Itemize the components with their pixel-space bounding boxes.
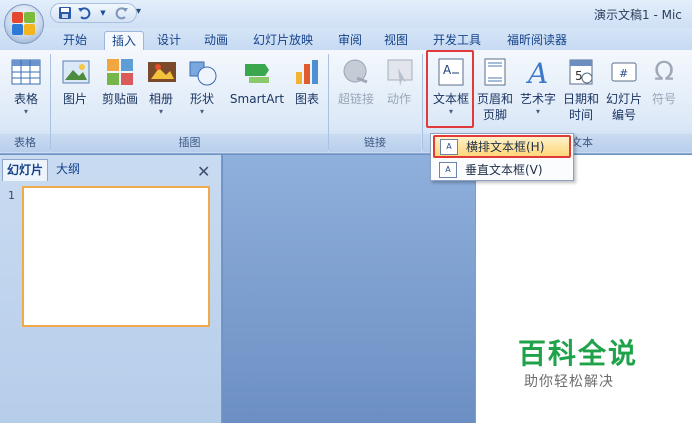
chart-button[interactable]: 图表 xyxy=(292,54,322,132)
chevron-down-icon: ▾ xyxy=(23,107,28,116)
clipart-icon xyxy=(104,56,136,88)
tab-outline[interactable]: 大纲 xyxy=(52,159,84,181)
wordart-icon: A xyxy=(522,56,554,90)
editing-area xyxy=(223,155,692,423)
smartart-button[interactable]: SmartArt xyxy=(226,54,288,132)
header-footer-icon xyxy=(479,56,511,88)
svg-text:#: # xyxy=(619,67,628,80)
undo-icon[interactable] xyxy=(76,5,92,21)
tab-design[interactable]: 设计 xyxy=(152,31,186,50)
chevron-down-icon: ▾ xyxy=(158,107,163,116)
header-footer-button[interactable]: 页眉和 页脚 xyxy=(476,54,514,132)
office-button[interactable] xyxy=(4,4,44,44)
photo-album-button[interactable]: 相册 ▾ xyxy=(146,54,176,132)
action-button[interactable]: 动作 xyxy=(384,54,414,132)
action-icon xyxy=(384,56,416,88)
window-title: 演示文稿1 - Mic xyxy=(594,8,682,22)
clipart-button[interactable]: 剪贴画 xyxy=(98,54,142,132)
shapes-button[interactable]: 形状 ▾ xyxy=(186,54,218,132)
pane-tabs: 幻灯片 大纲 ✕ xyxy=(0,159,222,181)
svg-text:A: A xyxy=(525,57,548,88)
photo-album-icon xyxy=(146,56,178,88)
wordart-button[interactable]: A 艺术字 ▾ xyxy=(518,54,558,132)
tab-foxit-reader[interactable]: 福昕阅读器 xyxy=(500,31,574,50)
tab-home[interactable]: 开始 xyxy=(58,31,92,50)
slide-thumbnail[interactable] xyxy=(22,186,210,327)
picture-icon xyxy=(60,56,92,88)
tab-insert[interactable]: 插入 xyxy=(104,31,144,50)
vertical-textbox-item[interactable]: A 垂直文本框(V) xyxy=(433,159,571,180)
table-icon xyxy=(10,56,42,88)
horizontal-textbox-highlight xyxy=(433,135,571,158)
slide-number-button[interactable]: # 幻灯片 编号 xyxy=(604,54,644,132)
undo-dropdown-icon[interactable]: ▼ xyxy=(95,5,111,21)
slides-pane: 幻灯片 大纲 ✕ 1 xyxy=(0,155,222,423)
calendar-icon: 5 xyxy=(565,56,597,88)
slide-number-icon: # xyxy=(608,56,640,88)
chevron-down-icon: ▾ xyxy=(199,107,204,116)
date-time-button[interactable]: 5 日期和 时间 xyxy=(560,54,602,132)
group-label-links: 链接 xyxy=(329,134,421,152)
table-button[interactable]: 表格 ▾ xyxy=(6,54,46,132)
svg-text:5: 5 xyxy=(575,69,583,83)
tab-animations[interactable]: 动画 xyxy=(199,31,233,50)
redo-icon[interactable] xyxy=(114,5,130,21)
ribbon-tabs: 开始 插入 设计 动画 幻灯片放映 审阅 视图 开发工具 福昕阅读器 xyxy=(0,28,692,50)
quick-access-toolbar: ▼ xyxy=(50,3,137,23)
watermark-subtitle: 助你轻松解决 xyxy=(524,374,614,390)
customize-qat-icon[interactable]: ▾ xyxy=(136,6,141,17)
vertical-textbox-icon: A xyxy=(439,161,457,178)
tab-review[interactable]: 审阅 xyxy=(333,31,367,50)
save-icon[interactable] xyxy=(57,5,73,21)
ribbon: 表格 ▾ 表格 图片 剪贴画 相册 ▾ 形状 ▾ SmartArt 图表 插图 … xyxy=(0,50,692,154)
hyperlink-button[interactable]: 超链接 xyxy=(336,54,376,132)
globe-link-icon xyxy=(340,56,372,88)
title-bar: ▼ ▾ 演示文稿1 - Mic xyxy=(0,0,692,28)
textbox-dropdown-menu: A 横排文本框(H) A 垂直文本框(V) xyxy=(430,133,574,181)
picture-button[interactable]: 图片 xyxy=(60,54,90,132)
chart-icon xyxy=(292,56,324,88)
omega-icon: Ω xyxy=(654,57,674,87)
watermark-title: 百科全说 xyxy=(518,337,639,370)
close-icon[interactable]: ✕ xyxy=(197,163,210,181)
smartart-icon xyxy=(241,56,273,88)
chevron-down-icon: ▾ xyxy=(535,107,540,116)
slide-number: 1 xyxy=(8,189,15,202)
shapes-icon xyxy=(186,56,218,88)
symbol-button[interactable]: Ω 符号 xyxy=(648,54,680,132)
group-label-table: 表格 xyxy=(0,134,50,152)
tab-developer[interactable]: 开发工具 xyxy=(427,31,487,50)
textbox-highlight xyxy=(426,50,474,128)
tab-slides[interactable]: 幻灯片 xyxy=(2,159,49,181)
tab-view[interactable]: 视图 xyxy=(379,31,413,50)
office-logo-icon xyxy=(12,12,36,36)
tab-slideshow[interactable]: 幻灯片放映 xyxy=(246,31,320,50)
group-label-illustrations: 插图 xyxy=(51,134,328,152)
